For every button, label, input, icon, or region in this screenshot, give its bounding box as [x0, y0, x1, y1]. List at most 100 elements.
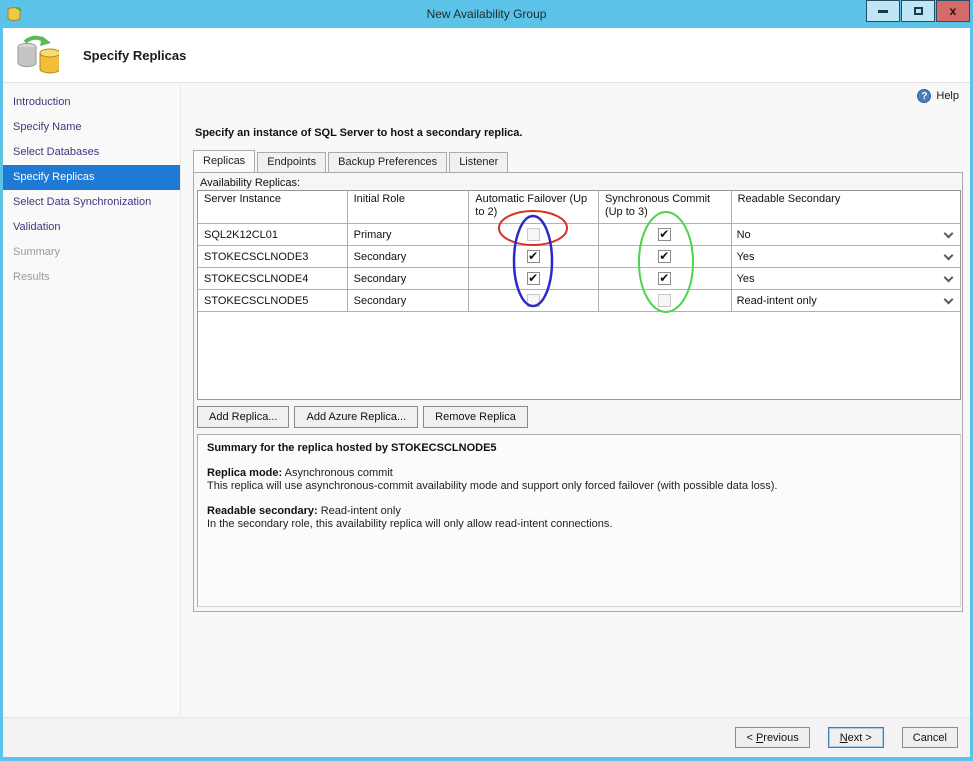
summary-section-description: In the secondary role, this availability…	[207, 518, 613, 530]
synchronous-commit-cell	[598, 268, 732, 290]
footer-bar: < Previous Next > Cancel	[3, 717, 970, 757]
automatic-failover-checkbox	[527, 228, 541, 241]
readable-secondary-cell: Read-intent only	[731, 290, 960, 312]
synchronous-commit-checkbox[interactable]	[658, 249, 672, 263]
table-row: SQL2K12CL01Primary No	[198, 224, 960, 246]
replica-summary-panel: Summary for the replica hosted by STOKEC…	[197, 434, 961, 607]
previous-button[interactable]: < Previous	[735, 727, 810, 748]
replicas-database-icon	[17, 35, 59, 74]
column-header-initial-role: Initial Role	[347, 191, 470, 224]
initial-role-cell: Secondary	[347, 268, 470, 290]
chevron-down-icon	[943, 228, 954, 238]
automatic-failover-cell	[469, 268, 599, 290]
synchronous-commit-checkbox	[658, 294, 672, 307]
tab-strip: Replicas Endpoints Backup Preferences Liste…	[193, 150, 510, 172]
readable-secondary-cell: No	[731, 224, 960, 246]
sidebar-item-introduction[interactable]: Introduction	[3, 90, 180, 115]
titlebar: New Availability Group x	[3, 0, 970, 28]
automatic-failover-cell	[469, 246, 599, 268]
readable-secondary-select[interactable]: Yes	[731, 246, 960, 267]
column-header-server-instance: Server Instance	[198, 191, 348, 224]
sidebar-item-specify-replicas[interactable]: Specify Replicas	[3, 165, 180, 190]
readable-secondary-value: Read-intent only	[736, 294, 817, 307]
synchronous-commit-checkbox[interactable]	[658, 227, 672, 241]
automatic-failover-checkbox[interactable]	[527, 271, 541, 285]
page-title: Specify Replicas	[83, 47, 187, 63]
table-row: STOKECSCLNODE5 Secondary Read-intent only	[198, 290, 960, 312]
initial-role-cell: Secondary	[347, 246, 470, 268]
add-replica-button[interactable]: Add Replica...	[197, 406, 290, 428]
chevron-down-icon	[943, 250, 954, 260]
help-link[interactable]: ? Help	[917, 89, 959, 103]
help-label: Help	[936, 90, 959, 102]
table-row: STOKECSCLNODE3Secondary Yes	[198, 246, 960, 268]
window-title: New Availability Group	[426, 7, 547, 21]
summary-section: Readable secondary: Read-intent only In t…	[207, 505, 951, 530]
close-button[interactable]: x	[936, 0, 970, 22]
summary-section-description: This replica will use asynchronous-commi…	[207, 480, 778, 492]
sidebar-item-specify-name[interactable]: Specify Name	[3, 115, 180, 140]
synchronous-commit-cell	[598, 290, 732, 312]
availability-replicas-label: Availability Replicas:	[200, 177, 301, 189]
grid-body: SQL2K12CL01PrimaryNoSTOKECSCLNODE3Second…	[198, 224, 960, 312]
remove-replica-button[interactable]: Remove Replica	[423, 406, 528, 428]
next-button[interactable]: Next >	[827, 727, 884, 748]
window-controls: x	[865, 0, 970, 22]
synchronous-commit-cell	[598, 224, 732, 246]
server-instance-cell: SQL2K12CL01	[198, 224, 348, 246]
maximize-button[interactable]	[901, 0, 935, 22]
readable-secondary-value: Yes	[736, 272, 755, 285]
column-header-automatic-failover-up-to-2: Automatic Failover (Up to 2)	[469, 191, 599, 224]
summary-section: Replica mode: Asynchronous commit This re…	[207, 467, 951, 492]
main-content: ? Help Specify an instance of SQL Server…	[182, 83, 970, 717]
sidebar-item-results: Results	[13, 271, 50, 283]
automatic-failover-cell	[469, 290, 599, 312]
chevron-down-icon	[943, 272, 954, 282]
automatic-failover-cell	[469, 224, 599, 246]
server-instance-cell: STOKECSCLNODE3	[198, 246, 348, 268]
new-availability-group-window: New Availability Group x Specify Replica…	[0, 0, 973, 761]
tab-backup-preferences[interactable]: Backup Preferences	[328, 152, 448, 172]
summary-section-label: Readable secondary: Read-intent only	[207, 505, 401, 517]
summary-title: Summary for the replica hosted by STOKEC…	[207, 442, 497, 454]
server-instance-cell: STOKECSCLNODE4	[198, 268, 348, 290]
instruction-text: Specify an instance of SQL Server to hos…	[195, 127, 523, 139]
readable-secondary-select[interactable]: Yes	[731, 268, 960, 289]
cancel-button[interactable]: Cancel	[901, 727, 958, 748]
server-instance-cell: STOKECSCLNODE5	[198, 290, 348, 312]
automatic-failover-checkbox	[527, 294, 541, 307]
summary-section-label: Replica mode: Asynchronous commit	[207, 467, 393, 479]
readable-secondary-value: No	[736, 228, 751, 241]
synchronous-commit-checkbox[interactable]	[658, 271, 672, 285]
tab-endpoints[interactable]: Endpoints	[257, 152, 327, 172]
help-icon: ?	[917, 89, 932, 103]
synchronous-commit-cell	[598, 246, 732, 268]
initial-role-cell: Primary	[347, 224, 470, 246]
wizard-header: Specify Replicas	[3, 28, 970, 83]
sidebar-item-summary: Summary	[13, 246, 61, 258]
initial-role-cell: Secondary	[347, 290, 470, 312]
add-azure-replica-button[interactable]: Add Azure Replica...	[294, 406, 419, 428]
column-header-readable-secondary: Readable Secondary	[731, 191, 960, 224]
readable-secondary-select[interactable]: No	[731, 224, 960, 245]
minimize-button[interactable]	[866, 0, 900, 22]
column-header-synchronous-commit-up-to-3: Synchronous Commit (Up to 3)	[598, 191, 732, 224]
sidebar-item-validation[interactable]: Validation	[3, 215, 180, 240]
replica-action-buttons: Add Replica... Add Azure Replica... Remove…	[197, 406, 533, 428]
readable-secondary-cell: Yes	[731, 268, 960, 290]
readable-secondary-value: Yes	[736, 250, 755, 263]
grid-header-row: Server Instance Initial Role Automatic Fai…	[198, 191, 960, 224]
sidebar-item-select-databases[interactable]: Select Databases	[3, 140, 180, 165]
tab-listener[interactable]: Listener	[449, 152, 509, 172]
sidebar-item-select-data-synchronization[interactable]: Select Data Synchronization	[3, 190, 180, 215]
wizard-steps-sidebar: Introduction Specify Name Select Databases…	[3, 83, 181, 717]
readable-secondary-cell: Yes	[731, 246, 960, 268]
automatic-failover-checkbox[interactable]	[527, 249, 541, 263]
replicas-tab-page: Availability Replicas: Server Instance In…	[193, 172, 963, 612]
readable-secondary-select[interactable]: Read-intent only	[731, 290, 960, 311]
tab-replicas[interactable]: Replicas	[193, 150, 256, 172]
availability-replicas-grid: Server Instance Initial Role Automatic Fai…	[197, 190, 961, 400]
summary-sections: Replica mode: Asynchronous commit This re…	[207, 467, 951, 530]
table-row: STOKECSCLNODE4Secondary Yes	[198, 268, 960, 290]
chevron-down-icon	[943, 294, 954, 304]
